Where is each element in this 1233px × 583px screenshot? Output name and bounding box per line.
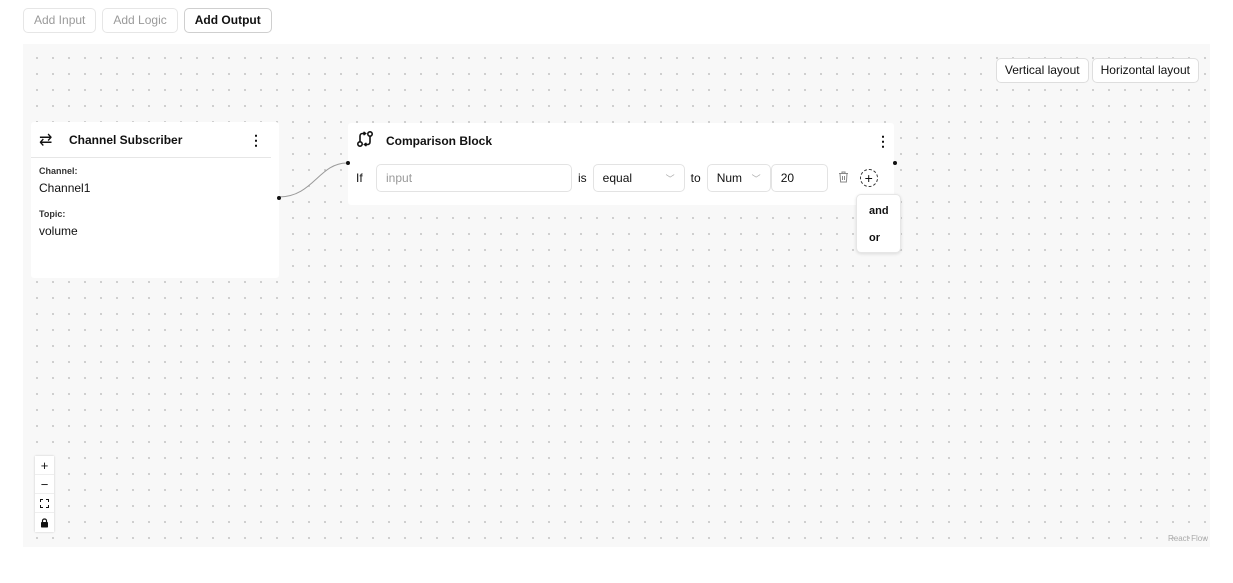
output-handle[interactable] <box>893 161 897 165</box>
lock-icon <box>41 517 48 527</box>
toolbar: Add Input Add Logic Add Output <box>23 8 272 33</box>
vertical-layout-button[interactable]: Vertical layout <box>995 58 1089 83</box>
channel-label: Channel: <box>39 166 78 176</box>
source-handle[interactable] <box>277 196 281 200</box>
if-label: If <box>356 171 363 185</box>
condition-row: If input is equal ﹀ to Num ﹀ 20 + <box>348 163 894 193</box>
trash-icon[interactable] <box>834 171 854 186</box>
channel-subscriber-node[interactable]: ⇄ Channel Subscriber ⋮ Channel: Channel1… <box>31 122 279 278</box>
flow-canvas[interactable]: Vertical layout Horizontal layout ⇄ Chan… <box>23 44 1210 547</box>
operator-select[interactable]: equal ﹀ <box>592 164 685 192</box>
add-logic-button[interactable]: Add Logic <box>102 8 178 33</box>
topic-label: Topic: <box>39 209 66 219</box>
fit-view-button[interactable] <box>35 494 54 513</box>
operator-value: equal <box>602 171 633 185</box>
comparison-block-node[interactable]: Comparison Block ⋮ If input is equal ﹀ t… <box>348 123 894 205</box>
to-label: to <box>690 171 701 185</box>
node-title: Channel Subscriber <box>69 132 183 147</box>
horizontal-layout-button[interactable]: Horizontal layout <box>1091 58 1199 83</box>
channel-value: Channel1 <box>39 181 91 195</box>
value-field[interactable]: 20 <box>770 164 828 192</box>
node-header: Comparison Block ⋮ <box>348 123 894 159</box>
arrows-swap-icon: ⇄ <box>39 131 53 149</box>
value-type: Num <box>716 171 743 185</box>
layout-buttons: Vertical layout Horizontal layout <box>995 58 1199 83</box>
flow-controls: + − <box>35 456 54 532</box>
branch-icon <box>356 130 378 153</box>
is-label: is <box>578 171 587 185</box>
add-output-button[interactable]: Add Output <box>183 8 272 33</box>
node-title: Comparison Block <box>386 134 493 148</box>
node-header: ⇄ Channel Subscriber ⋮ <box>31 122 271 158</box>
input-field[interactable]: input <box>376 164 572 192</box>
chevron-down-icon: ﹀ <box>665 173 675 184</box>
add-input-button[interactable]: Add Input <box>23 8 97 33</box>
zoom-out-button[interactable]: − <box>35 475 54 494</box>
connection-edge <box>278 162 348 198</box>
target-handle[interactable] <box>346 161 350 165</box>
kebab-menu-icon[interactable]: ⋮ <box>876 134 890 148</box>
fit-view-icon <box>40 498 49 508</box>
dropdown-item-or[interactable]: or <box>857 228 900 255</box>
value-type-select[interactable]: Num ﹀ <box>706 164 771 192</box>
chevron-down-icon: ﹀ <box>751 173 761 184</box>
react-flow-attribution[interactable]: React Flow <box>1168 534 1208 543</box>
add-condition-icon[interactable]: + <box>859 169 878 187</box>
zoom-in-button[interactable]: + <box>35 456 54 475</box>
lock-button[interactable] <box>35 513 54 532</box>
logic-dropdown: and or <box>856 194 901 253</box>
dropdown-item-and[interactable]: and <box>857 201 900 228</box>
kebab-menu-icon[interactable]: ⋮ <box>249 133 263 147</box>
topic-value: volume <box>39 224 78 238</box>
